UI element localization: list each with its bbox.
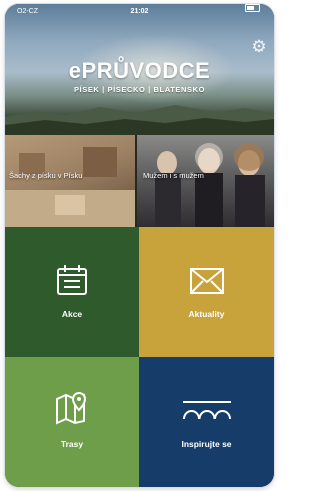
bridge-icon xyxy=(183,401,231,420)
tile-label: Aktuality xyxy=(188,309,225,319)
app-screen: O2-CZ 21:02 ⚙ ePRŮVODCE PÍSEK | PÍSECKO … xyxy=(5,4,274,487)
carousel-card[interactable]: Šachy z písku v Písku xyxy=(5,135,135,227)
card-title: Šachy z písku v Písku xyxy=(9,171,83,180)
app-logo: ePRŮVODCE xyxy=(68,58,211,83)
status-icons xyxy=(245,4,260,12)
clock: 21:02 xyxy=(130,8,149,15)
status-bar: O2-CZ 21:02 xyxy=(5,4,274,20)
envelope-icon xyxy=(190,268,224,294)
carousel-card[interactable]: Mužem i s mužem xyxy=(137,135,274,227)
calendar-icon xyxy=(57,265,87,295)
app-tagline: PÍSEK | PÍSECKO | BLATENSKO xyxy=(73,85,206,94)
card-title: Mužem i s mužem xyxy=(143,171,204,180)
tile-aktuality[interactable]: Aktuality xyxy=(139,227,274,357)
main-menu: Akce Aktuality Trasy Inspirujte se xyxy=(5,227,274,487)
map-pin-icon xyxy=(56,391,87,425)
header-banner: O2-CZ 21:02 ⚙ ePRŮVODCE PÍSEK | PÍSECKO … xyxy=(5,4,274,135)
tile-inspirujte-se[interactable]: Inspirujte se xyxy=(139,357,274,487)
tile-label: Inspirujte se xyxy=(181,439,232,449)
battery-icon xyxy=(245,4,260,12)
tile-akce[interactable]: Akce xyxy=(5,227,139,357)
card-photo xyxy=(155,143,265,227)
card-photo xyxy=(5,147,135,227)
tile-label: Akce xyxy=(61,309,83,319)
featured-carousel: Šachy z písku v Písku Mužem i s mužem xyxy=(5,135,274,227)
landscape-hills xyxy=(5,105,274,135)
tile-label: Trasy xyxy=(60,439,84,449)
tile-trasy[interactable]: Trasy xyxy=(5,357,139,487)
gear-icon[interactable]: ⚙ xyxy=(250,38,268,56)
